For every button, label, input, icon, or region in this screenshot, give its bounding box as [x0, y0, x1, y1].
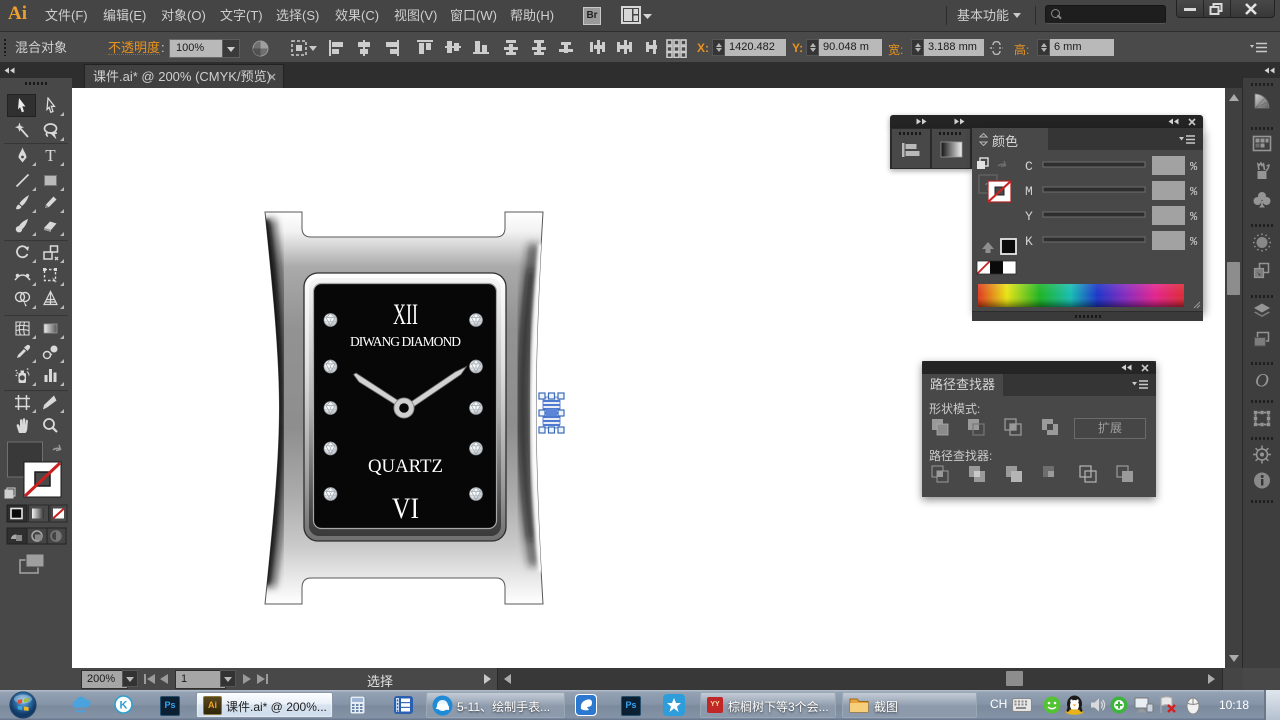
svg-text:%: % [1190, 210, 1198, 224]
svg-text:QUARTZ: QUARTZ [368, 456, 443, 477]
svg-text:T: T [45, 147, 56, 164]
svg-text:XII: XII [393, 298, 418, 331]
svg-text:C: C [1025, 159, 1033, 174]
svg-text:K: K [120, 700, 128, 712]
svg-text:DIWANG DIAMOND: DIWANG DIAMOND [350, 334, 461, 349]
svg-text:VI: VI [392, 492, 419, 525]
svg-text:%: % [1190, 160, 1198, 174]
svg-text:Y: Y [1025, 209, 1033, 224]
svg-text:K: K [1025, 234, 1033, 249]
svg-text:%: % [1190, 235, 1198, 249]
svg-text:O: O [1255, 371, 1269, 390]
svg-text:%: % [1190, 185, 1198, 199]
svg-text:M: M [1025, 184, 1033, 199]
